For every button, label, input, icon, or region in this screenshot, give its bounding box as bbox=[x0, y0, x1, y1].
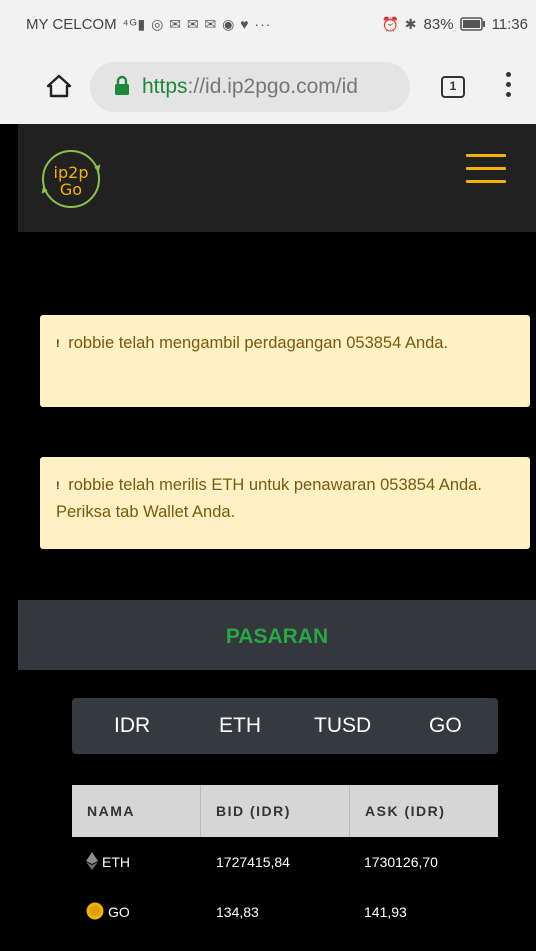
bid-cell: 134,83 bbox=[216, 904, 259, 920]
coin-name-cell: GO bbox=[86, 887, 130, 937]
url-rest: ://id.ip2pgo.com/id bbox=[187, 75, 358, 98]
logo-text-bottom: Go bbox=[60, 180, 82, 199]
alarm-bluetooth-icon: ⏰ ✱ bbox=[381, 15, 418, 32]
column-header-name: NAMA bbox=[87, 803, 135, 819]
alert-trade-taken: ! robbie telah mengambil perdagangan 053… bbox=[40, 315, 530, 407]
tab-switcher-button[interactable]: 1 bbox=[441, 76, 465, 98]
coin-name-cell: ETH bbox=[86, 837, 130, 887]
browser-toolbar: https://id.ip2pgo.com/id 1 bbox=[0, 48, 536, 124]
ask-cell: 141,93 bbox=[364, 904, 407, 920]
tab-tusd[interactable]: TUSD bbox=[314, 698, 371, 754]
eth-icon bbox=[86, 852, 98, 871]
battery-icon bbox=[459, 17, 485, 31]
lock-icon bbox=[115, 75, 129, 95]
column-header-ask: ASK (IDR) bbox=[349, 785, 498, 837]
market-section-title: PASARAN bbox=[18, 600, 536, 670]
home-icon[interactable] bbox=[46, 74, 72, 98]
alert-text: robbie telah merilis ETH untuk penawaran… bbox=[56, 476, 482, 521]
status-bar: MY CELCOM ⁴ᴳ▮ ◎ ✉ ✉ ✉ ◉ ♥ ··· ⏰ ✱ 83% 11… bbox=[0, 0, 536, 48]
hamburger-menu-icon[interactable] bbox=[466, 154, 506, 184]
menu-kebab-icon[interactable] bbox=[506, 72, 512, 102]
battery-percent: 83% bbox=[423, 15, 454, 33]
site-header: ip2p Go bbox=[18, 124, 536, 232]
carrier-label: MY CELCOM bbox=[26, 15, 117, 33]
table-row[interactable]: ETH 1727415,84 1730126,70 bbox=[72, 837, 498, 887]
url-text[interactable]: https://id.ip2pgo.com/id bbox=[142, 62, 358, 112]
tab-idr[interactable]: IDR bbox=[114, 698, 150, 754]
url-bar[interactable]: https://id.ip2pgo.com/id bbox=[90, 62, 410, 112]
go-coin-icon bbox=[86, 902, 104, 920]
ask-cell: 1730126,70 bbox=[364, 854, 438, 870]
alert-text: robbie telah mengambil perdagangan 05385… bbox=[68, 334, 449, 352]
notification-icons: ⁴ᴳ▮ ◎ ✉ ✉ ✉ ◉ ♥ ··· bbox=[122, 15, 272, 32]
currency-tabs: IDR ETH TUSD GO bbox=[72, 698, 498, 754]
alert-icon: ! bbox=[56, 338, 60, 350]
bid-cell: 1727415,84 bbox=[216, 854, 290, 870]
alert-icon: ! bbox=[56, 480, 60, 492]
tab-eth[interactable]: ETH bbox=[219, 698, 261, 754]
column-header-bid: BID (IDR) bbox=[200, 785, 349, 837]
coin-name: ETH bbox=[102, 854, 130, 870]
tab-go[interactable]: GO bbox=[429, 698, 462, 754]
market-table-header: NAMA BID (IDR) ASK (IDR) bbox=[72, 785, 498, 837]
table-row[interactable]: GO 134,83 141,93 bbox=[72, 887, 498, 937]
clock: 11:36 bbox=[491, 15, 528, 33]
ip2pgo-logo[interactable]: ip2p Go bbox=[40, 148, 102, 210]
url-scheme: https bbox=[142, 75, 188, 98]
alert-eth-released: ! robbie telah merilis ETH untuk penawar… bbox=[40, 457, 530, 549]
coin-name: GO bbox=[108, 904, 130, 920]
